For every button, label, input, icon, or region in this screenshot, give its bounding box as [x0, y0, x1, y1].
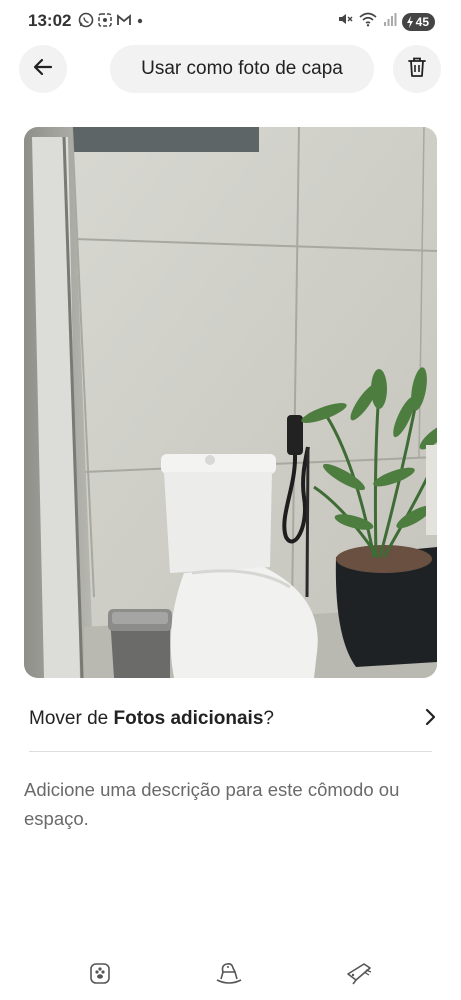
notification-dot-icon — [135, 12, 145, 33]
move-prefix: Mover de — [29, 708, 114, 729]
status-bar: 13:02 45 — [0, 0, 461, 42]
status-left-icons — [78, 12, 145, 33]
bathroom-toilet-plant-photo[interactable] — [24, 127, 437, 678]
delete-photo-button[interactable] — [393, 45, 441, 93]
signal-icon — [383, 11, 397, 32]
status-time: 13:02 — [28, 11, 72, 30]
use-as-cover-photo-label: Usar como foto de capa — [141, 58, 343, 79]
battery-level: 45 — [415, 14, 429, 29]
chevron-right-icon — [423, 708, 437, 731]
hair-dryer-icon[interactable] — [344, 958, 374, 988]
move-section-name: Fotos adicionais — [113, 708, 264, 729]
wifi-icon — [358, 11, 378, 32]
move-suffix: ? — [263, 708, 274, 729]
mute-icon — [337, 11, 353, 32]
rocking-horse-icon[interactable] — [214, 958, 244, 988]
arrow-left-icon — [32, 56, 54, 83]
use-as-cover-photo-button[interactable]: Usar como foto de capa — [110, 45, 374, 93]
pet-bowl-icon[interactable] — [85, 958, 115, 988]
divider — [29, 751, 432, 752]
description-placeholder[interactable]: Adicione uma descrição para este cômodo … — [24, 775, 437, 833]
whatsapp-icon — [78, 12, 94, 33]
screenshot-icon — [97, 12, 113, 33]
move-from-section-row[interactable]: Mover de Fotos adicionais? — [24, 696, 437, 742]
trash-icon — [407, 56, 427, 83]
move-from-section-text: Mover de Fotos adicionais? — [24, 708, 274, 730]
back-button[interactable] — [19, 45, 67, 93]
battery-charging-icon: 45 — [401, 12, 435, 31]
gmail-icon — [116, 12, 132, 33]
status-right-icons: 45 — [337, 11, 435, 32]
bottom-nav — [0, 950, 461, 994]
